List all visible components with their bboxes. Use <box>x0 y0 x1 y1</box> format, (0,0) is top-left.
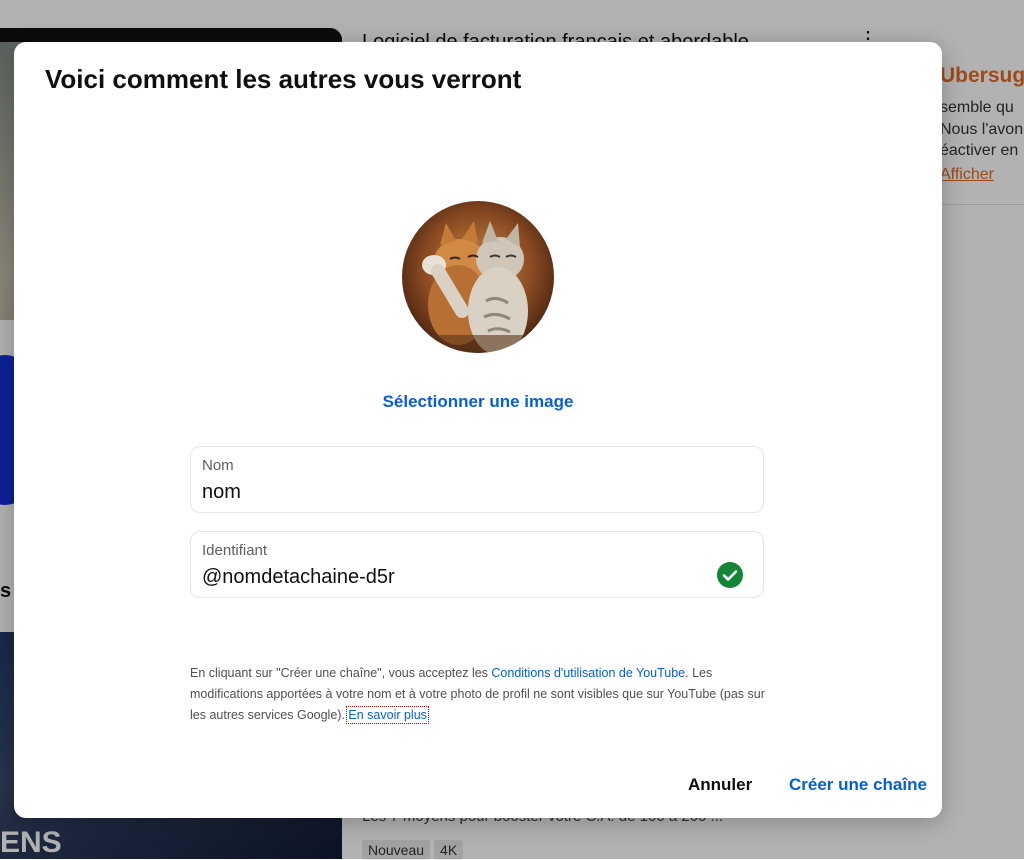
check-circle-icon <box>717 562 743 588</box>
handle-field-label: Identifiant <box>202 542 268 559</box>
select-image-button[interactable]: Sélectionner une image <box>383 392 574 411</box>
name-input[interactable]: nom <box>202 481 241 504</box>
create-channel-dialog: Voici comment les autres vous verront Sé… <box>14 42 942 818</box>
terms-link[interactable]: Conditions d'utilisation de YouTube <box>491 666 685 680</box>
cat-avatar-image <box>402 201 554 353</box>
profile-picture <box>402 201 554 353</box>
select-image-row: Sélectionner une image <box>14 392 942 412</box>
name-field-label: Nom <box>202 457 234 474</box>
dialog-title: Voici comment les autres vous verront <box>45 64 522 94</box>
handle-input[interactable]: @nomdetachaine-d5r <box>202 566 395 589</box>
create-channel-button[interactable]: Créer une chaîne <box>789 775 927 795</box>
legal-notice: En cliquant sur "Créer une chaîne", vous… <box>190 663 770 726</box>
name-field[interactable]: Nom nom <box>190 446 764 513</box>
handle-field[interactable]: Identifiant @nomdetachaine-d5r <box>190 531 764 598</box>
learn-more-link[interactable]: En savoir plus <box>346 706 429 724</box>
cancel-button[interactable]: Annuler <box>688 775 752 795</box>
legal-text: En cliquant sur "Créer une chaîne", vous… <box>190 666 492 680</box>
